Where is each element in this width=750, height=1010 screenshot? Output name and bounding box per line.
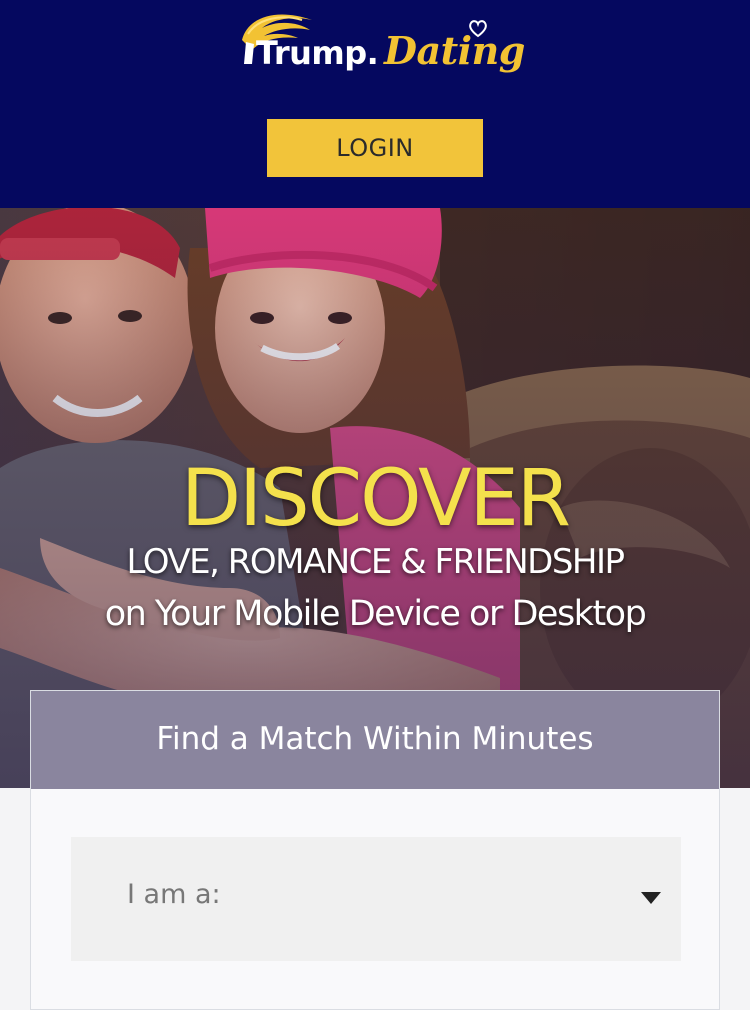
signup-card: Find a Match Within Minutes I am a: xyxy=(30,690,720,1010)
gender-select[interactable]: I am a: xyxy=(71,837,681,961)
site-header: Trump. Dating LOGIN xyxy=(0,0,750,208)
trump-dating-logo[interactable]: Trump. Dating xyxy=(238,6,525,84)
caret-down-icon xyxy=(641,892,661,904)
heart-icon xyxy=(469,20,487,38)
login-button[interactable]: LOGIN xyxy=(267,119,483,177)
hero-tagline: on Your Mobile Device or Desktop xyxy=(104,594,647,634)
signup-card-header: Find a Match Within Minutes xyxy=(31,691,719,789)
logo-brand-text: Trump. xyxy=(256,34,379,72)
gender-select-placeholder: I am a: xyxy=(127,879,221,910)
logo-script-text: Dating xyxy=(384,28,525,73)
hero-subheadline: LOVE, ROMANCE & FRIENDSHIP xyxy=(126,542,626,582)
hero-headline: DISCOVER xyxy=(181,454,571,544)
signup-card-title: Find a Match Within Minutes xyxy=(156,721,594,757)
